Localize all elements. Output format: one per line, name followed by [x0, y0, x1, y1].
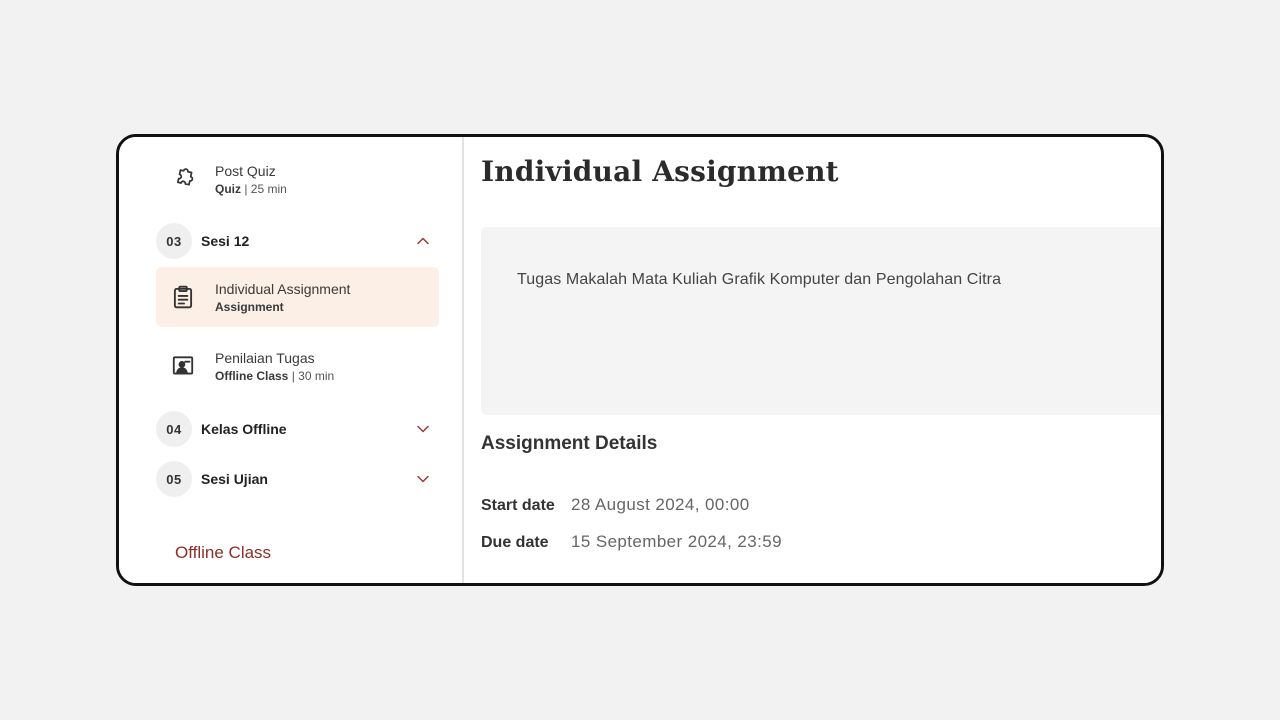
puzzle-icon	[156, 149, 210, 209]
offline-class-link[interactable]: Offline Class	[175, 543, 271, 563]
chevron-up-icon[interactable]	[415, 233, 431, 249]
start-date-value: 28 August 2024, 00:00	[571, 495, 750, 514]
session-row-05[interactable]: 05 Sesi Ujian	[156, 461, 439, 497]
lesson-meta: Assignment	[215, 299, 350, 315]
app-window: Post Quiz Quiz | 25 min 03 Sesi 12 Indiv…	[116, 134, 1164, 586]
course-sidebar: Post Quiz Quiz | 25 min 03 Sesi 12 Indiv…	[119, 137, 464, 583]
session-number: 04	[156, 411, 192, 447]
lesson-title: Penilaian Tugas	[215, 349, 315, 366]
lesson-duration: | 30 min	[288, 368, 335, 383]
presentation-icon	[156, 336, 210, 396]
session-name: Sesi 12	[201, 233, 250, 249]
session-name: Sesi Ujian	[201, 471, 268, 487]
start-date-row: Start date 28 August 2024, 00:00	[481, 495, 750, 515]
lesson-duration: | 25 min	[241, 181, 287, 196]
session-number: 05	[156, 461, 192, 497]
lesson-title: Individual Assignment	[215, 280, 351, 297]
lesson-meta: Quiz | 25 min	[215, 181, 287, 197]
lesson-type: Offline Class	[215, 368, 289, 383]
lesson-title: Post Quiz	[215, 162, 276, 179]
lesson-item-individual-assignment[interactable]: Individual Assignment Assignment	[156, 267, 439, 327]
session-row-03[interactable]: 03 Sesi 12	[156, 223, 439, 259]
chevron-down-icon[interactable]	[415, 471, 431, 487]
chevron-down-icon[interactable]	[415, 421, 431, 437]
details-heading: Assignment Details	[481, 433, 658, 454]
lesson-meta: Offline Class | 30 min	[215, 368, 334, 384]
page-title: Individual Assignment	[481, 155, 839, 188]
session-name: Kelas Offline	[201, 421, 287, 437]
due-date-value: 15 September 2024, 23:59	[571, 532, 782, 551]
main-content: Individual Assignment Tugas Makalah Mata…	[464, 137, 1161, 583]
assignment-description-box: Tugas Makalah Mata Kuliah Grafik Kompute…	[481, 227, 1161, 415]
start-date-label: Start date	[481, 497, 555, 514]
lesson-item-post-quiz[interactable]: Post Quiz Quiz | 25 min	[156, 149, 439, 209]
clipboard-icon	[156, 267, 210, 327]
due-date-row: Due date 15 September 2024, 23:59	[481, 532, 782, 552]
lesson-type: Quiz	[215, 181, 241, 196]
session-number: 03	[156, 223, 192, 259]
due-date-label: Due date	[481, 534, 549, 551]
lesson-type: Assignment	[215, 299, 284, 314]
session-row-04[interactable]: 04 Kelas Offline	[156, 411, 439, 447]
assignment-description: Tugas Makalah Mata Kuliah Grafik Kompute…	[517, 271, 1002, 288]
lesson-item-penilaian-tugas[interactable]: Penilaian Tugas Offline Class | 30 min	[156, 336, 439, 396]
